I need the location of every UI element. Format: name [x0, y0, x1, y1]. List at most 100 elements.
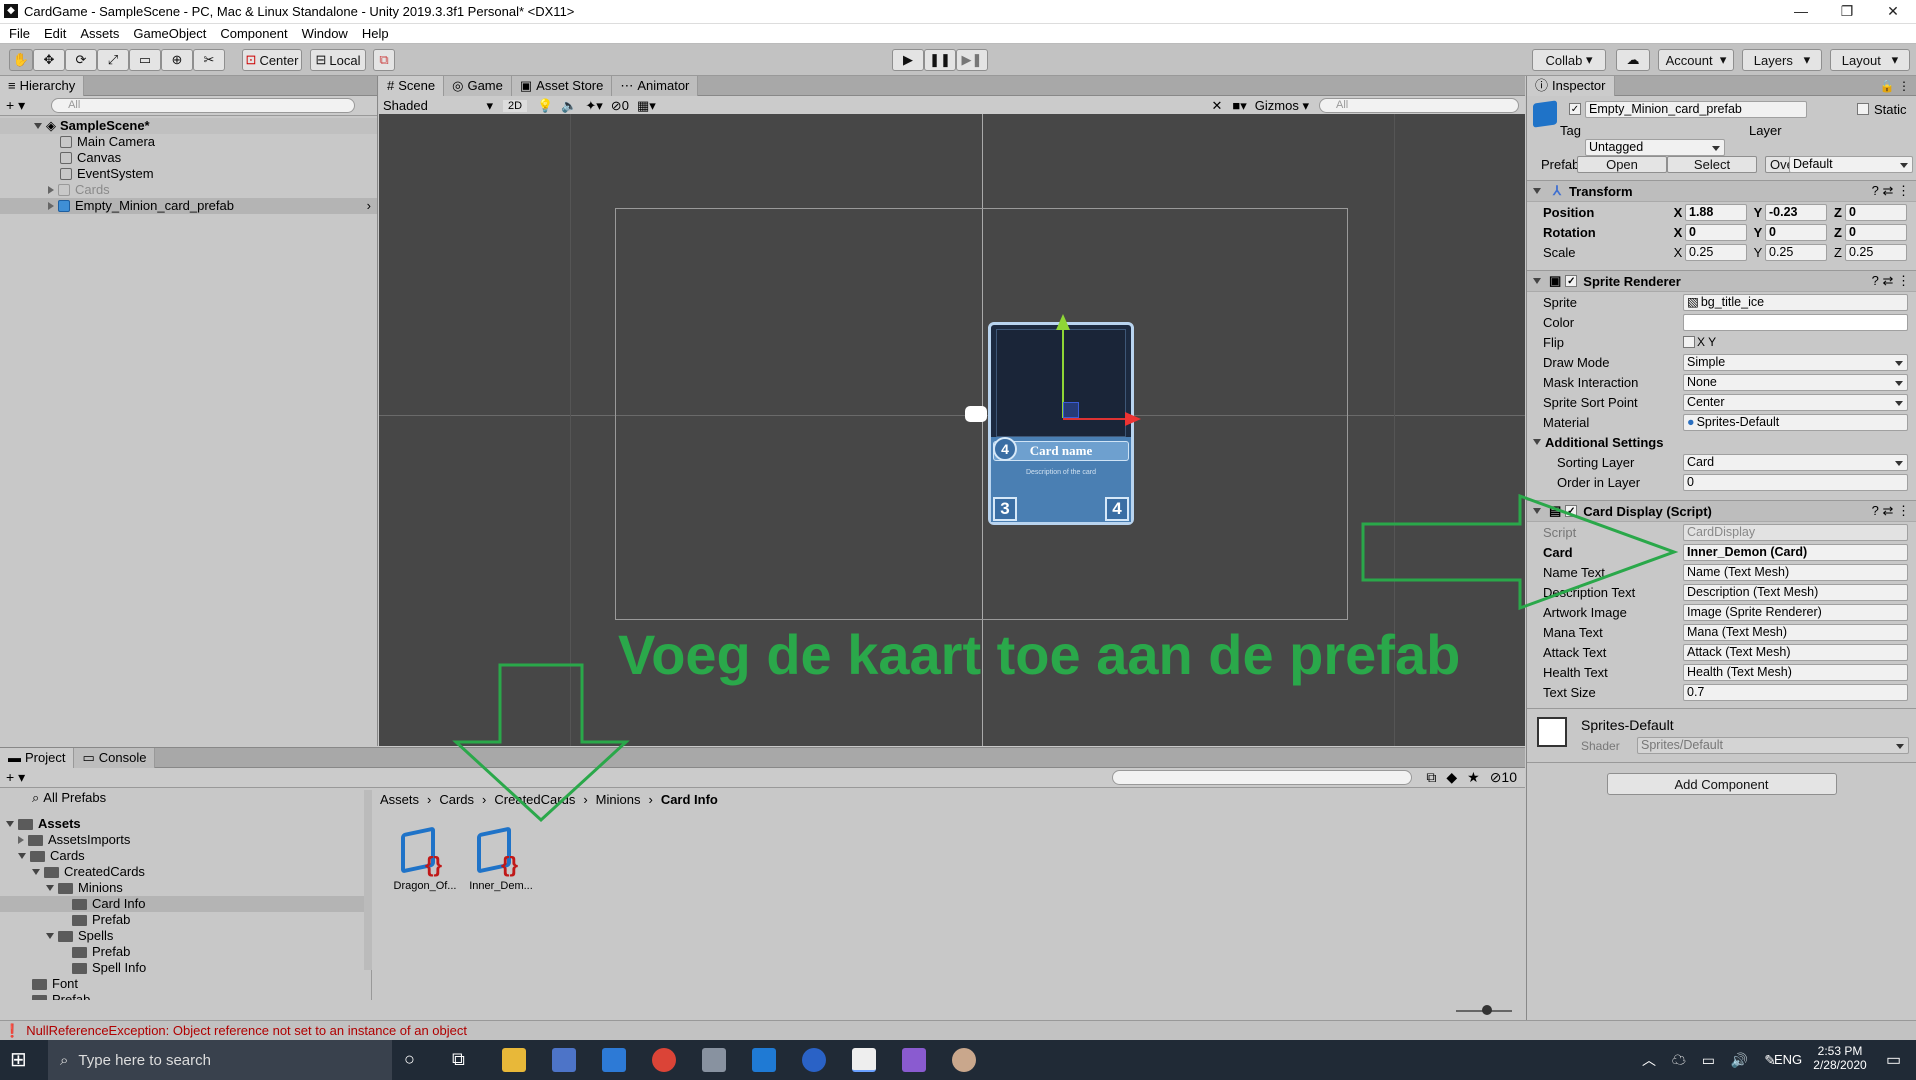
chrome-icon[interactable]	[652, 1048, 676, 1072]
menu-help[interactable]: Help	[362, 24, 389, 44]
create-plus-icon[interactable]: + ▾	[6, 769, 25, 786]
discord-icon[interactable]	[702, 1048, 726, 1072]
collab-dropdown[interactable]: Collab ▾	[1532, 49, 1606, 71]
expand-arrow-icon[interactable]	[32, 869, 40, 875]
menu-gameobject[interactable]: GameObject	[133, 24, 206, 44]
rotation-z-input[interactable]: 0	[1845, 223, 1907, 241]
position-y-input[interactable]: -0.23	[1765, 203, 1827, 221]
snap-icon[interactable]: ⧉	[373, 49, 395, 71]
scene-search-input[interactable]: All	[1319, 98, 1519, 113]
hierarchy-item[interactable]: EventSystem	[0, 166, 377, 182]
light-icon[interactable]: 💡	[537, 98, 553, 114]
component-menu-icon[interactable]: ? ⇄ ⋮	[1872, 503, 1910, 519]
project-search-input[interactable]	[1112, 770, 1413, 785]
expand-arrow-icon[interactable]	[34, 123, 42, 129]
rotation-y-input[interactable]: 0	[1765, 223, 1827, 241]
tab-inspector[interactable]: ⓘ Inspector	[1527, 75, 1615, 96]
breadcrumb-item[interactable]: CreatedCards	[494, 792, 575, 807]
visual-studio-icon[interactable]	[902, 1048, 926, 1072]
effects-icon[interactable]: ✦▾	[585, 98, 602, 114]
tree-item[interactable]: Spells	[0, 928, 371, 944]
layout-dropdown[interactable]: Layout ▾	[1830, 49, 1910, 71]
lock-icon[interactable]: 🔒 ⋮	[1880, 79, 1910, 93]
y-arrow-icon[interactable]	[1056, 314, 1070, 330]
object-name-input[interactable]: Empty_Minion_card_prefab	[1585, 101, 1807, 118]
tab-asset-store[interactable]: ▣ Asset Store	[511, 75, 613, 96]
tag-dropdown[interactable]: Untagged	[1585, 139, 1725, 156]
task-view-icon[interactable]: ⧉	[452, 1049, 465, 1070]
tab-hierarchy[interactable]: ≡ Hierarchy	[0, 76, 85, 96]
menu-component[interactable]: Component	[220, 24, 287, 44]
xy-plane-handle[interactable]	[1063, 402, 1079, 418]
tree-item[interactable]: Font	[0, 976, 371, 992]
card-sprite[interactable]: Card name 4 Description of the card 3 4	[988, 322, 1134, 525]
rotate-tool-icon[interactable]: ⟳	[65, 49, 97, 71]
taskbar-search[interactable]: ⌕ Type here to search	[48, 1040, 392, 1080]
component-menu-icon[interactable]: ? ⇄ ⋮	[1872, 183, 1910, 199]
color-field[interactable]	[1683, 313, 1908, 331]
expand-arrow-icon[interactable]	[46, 885, 54, 891]
scale-z-input[interactable]: 0.25	[1845, 243, 1907, 261]
description-text-field[interactable]: Description (Text Mesh)	[1683, 583, 1908, 601]
close-button[interactable]: ✕	[1870, 0, 1916, 24]
shader-dropdown[interactable]: Sprites/Default	[1637, 737, 1909, 754]
notifications-icon[interactable]: ▭	[1886, 1050, 1901, 1070]
tab-console[interactable]: ▭ Console	[74, 747, 156, 768]
collapse-arrow-icon[interactable]	[1533, 508, 1541, 514]
sprite-renderer-enabled-checkbox[interactable]: ✓	[1565, 275, 1578, 287]
asset-item[interactable]: {} Inner_Dem...	[468, 826, 534, 892]
tab-project[interactable]: ▬ Project	[0, 747, 75, 768]
menu-assets[interactable]: Assets	[80, 24, 119, 44]
scale-tool-icon[interactable]: ⤢	[97, 49, 129, 71]
expand-arrow-icon[interactable]	[18, 853, 26, 859]
menu-edit[interactable]: Edit	[44, 24, 66, 44]
asset-item[interactable]: {} Dragon_Of...	[392, 826, 458, 892]
transform-header[interactable]: ⅄ Transform? ⇄ ⋮	[1527, 180, 1916, 202]
position-x-input[interactable]: 1.88	[1685, 203, 1747, 221]
flip-x-checkbox[interactable]	[1683, 336, 1695, 348]
breadcrumb-item[interactable]: Assets	[380, 792, 419, 807]
store-icon[interactable]	[552, 1048, 576, 1072]
tab-game[interactable]: ◎ Game	[444, 75, 512, 96]
collapse-arrow-icon[interactable]	[1533, 439, 1541, 445]
card-display-enabled-checkbox[interactable]: ✓	[1565, 505, 1578, 517]
app-icon[interactable]	[752, 1048, 776, 1072]
rect-tool-icon[interactable]: ▭	[129, 49, 161, 71]
status-bar[interactable]: ❗ NullReferenceException: Object referen…	[0, 1020, 1916, 1040]
expand-arrow-icon[interactable]	[48, 186, 54, 194]
layers-dropdown[interactable]: Layers ▾	[1742, 49, 1822, 71]
tab-animator[interactable]: ⋯ Animator	[612, 75, 699, 96]
tree-item-selected[interactable]: Card Info	[0, 896, 371, 912]
order-in-layer-input[interactable]: 0	[1683, 473, 1908, 491]
cortana-icon[interactable]: ○	[404, 1049, 415, 1070]
cloud-icon[interactable]: ☁	[1616, 49, 1650, 71]
prefab-open-button[interactable]: Open	[1577, 155, 1667, 173]
expand-arrow-icon[interactable]	[6, 821, 14, 827]
language-indicator[interactable]: ENG	[1774, 1052, 1802, 1067]
menu-file[interactable]: File	[9, 24, 30, 44]
hierarchy-item[interactable]: Main Camera	[0, 134, 377, 150]
camera-gizmo-icon[interactable]	[965, 406, 987, 422]
active-checkbox[interactable]: ✓	[1569, 103, 1581, 115]
2d-toggle[interactable]: 2D	[503, 99, 527, 112]
play-button[interactable]: ▶	[892, 49, 924, 71]
hierarchy-item[interactable]: Canvas	[0, 150, 377, 166]
mask-interaction-dropdown[interactable]: None	[1683, 373, 1908, 391]
zoom-slider-thumb[interactable]	[1482, 1005, 1492, 1015]
hidden-packages-icon[interactable]: ⊘10	[1490, 769, 1517, 786]
name-text-field[interactable]: Name (Text Mesh)	[1683, 563, 1908, 581]
hierarchy-item[interactable]: Cards	[0, 182, 377, 198]
tree-item[interactable]: CreatedCards	[0, 864, 371, 880]
unity-taskbar-icon[interactable]	[852, 1048, 876, 1072]
position-z-input[interactable]: 0	[1845, 203, 1907, 221]
maximize-button[interactable]: ❐	[1824, 0, 1870, 24]
collapse-arrow-icon[interactable]	[1533, 188, 1541, 194]
hand-tool-icon[interactable]: ✋	[9, 49, 33, 71]
text-size-input[interactable]: 0.7	[1683, 683, 1908, 701]
expand-arrow-icon[interactable]	[46, 933, 54, 939]
menu-window[interactable]: Window	[302, 24, 348, 44]
breadcrumb-item[interactable]: Card Info	[661, 792, 718, 807]
tree-item[interactable]: Prefab	[0, 944, 371, 960]
scene-root[interactable]: ◈ SampleScene*	[0, 118, 377, 134]
sprite-renderer-header[interactable]: ▣ ✓ Sprite Renderer? ⇄ ⋮	[1527, 270, 1916, 292]
